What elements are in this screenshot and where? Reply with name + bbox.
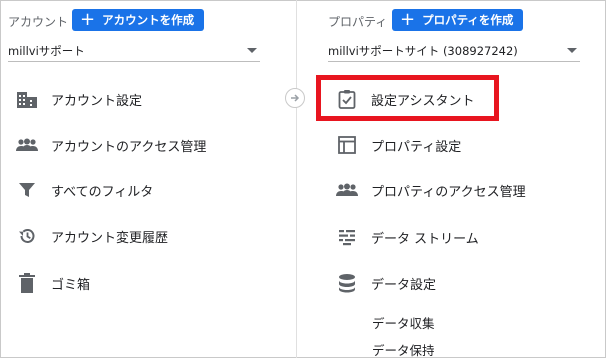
column-divider bbox=[296, 0, 297, 358]
menu-item-account-access[interactable]: アカウントのアクセス管理 bbox=[16, 130, 206, 160]
filter-icon bbox=[16, 179, 38, 201]
history-icon bbox=[16, 225, 38, 247]
highlight-box bbox=[316, 75, 499, 121]
menu-item-label: アカウント変更履歴 bbox=[51, 230, 169, 246]
building-icon bbox=[16, 88, 38, 110]
menu-item-all-filters[interactable]: すべてのフィルタ bbox=[16, 175, 153, 205]
menu-item-label: データ ストリーム bbox=[371, 231, 479, 247]
menu-item-label: アカウント設定 bbox=[51, 93, 143, 109]
menu-item-data-settings[interactable]: データ設定 bbox=[336, 268, 436, 298]
menu-item-label: アカウントのアクセス管理 bbox=[51, 139, 207, 155]
database-icon bbox=[336, 272, 358, 294]
chevron-down-icon bbox=[247, 48, 257, 53]
arrow-right-icon bbox=[285, 88, 305, 108]
create-account-button[interactable]: + アカウントを作成 bbox=[72, 9, 205, 31]
create-property-label: プロパティを作成 bbox=[422, 13, 514, 27]
streams-icon bbox=[336, 226, 358, 248]
sub-item-data-retention[interactable]: データ保持 bbox=[372, 340, 435, 358]
plus-icon: + bbox=[80, 9, 96, 30]
menu-item-label: すべてのフィルタ bbox=[51, 184, 154, 200]
property-selected-value: millviサポートサイト (308927242) bbox=[328, 43, 518, 58]
property-selector[interactable]: millviサポートサイト (308927242) bbox=[328, 40, 580, 62]
account-selector[interactable]: millviサポート bbox=[8, 40, 260, 62]
account-header-label: アカウント bbox=[8, 15, 69, 29]
menu-item-label: プロパティのアクセス管理 bbox=[371, 184, 526, 200]
layout-icon bbox=[336, 134, 358, 156]
menu-item-trash[interactable]: ゴミ箱 bbox=[16, 268, 90, 298]
menu-item-property-settings[interactable]: プロパティ設定 bbox=[336, 130, 461, 160]
property-header-label: プロパティ bbox=[328, 15, 388, 29]
menu-item-property-access[interactable]: プロパティのアクセス管理 bbox=[336, 175, 526, 205]
menu-item-data-streams[interactable]: データ ストリーム bbox=[336, 222, 479, 252]
create-property-button[interactable]: + プロパティを作成 bbox=[392, 9, 524, 31]
people-icon bbox=[16, 134, 38, 156]
trash-icon bbox=[16, 272, 38, 294]
menu-item-account-history[interactable]: アカウント変更履歴 bbox=[16, 221, 168, 251]
plus-icon: + bbox=[400, 9, 416, 30]
menu-item-label: データ設定 bbox=[371, 277, 437, 293]
people-icon bbox=[336, 179, 358, 201]
menu-item-account-settings[interactable]: アカウント設定 bbox=[16, 84, 142, 114]
create-account-label: アカウントを作成 bbox=[102, 13, 195, 27]
chevron-down-icon bbox=[567, 48, 577, 53]
sub-item-data-collection[interactable]: データ収集 bbox=[372, 313, 435, 332]
menu-item-label: プロパティ設定 bbox=[371, 139, 462, 155]
menu-item-label: ゴミ箱 bbox=[51, 277, 91, 293]
account-selected-value: millviサポート bbox=[8, 43, 85, 58]
